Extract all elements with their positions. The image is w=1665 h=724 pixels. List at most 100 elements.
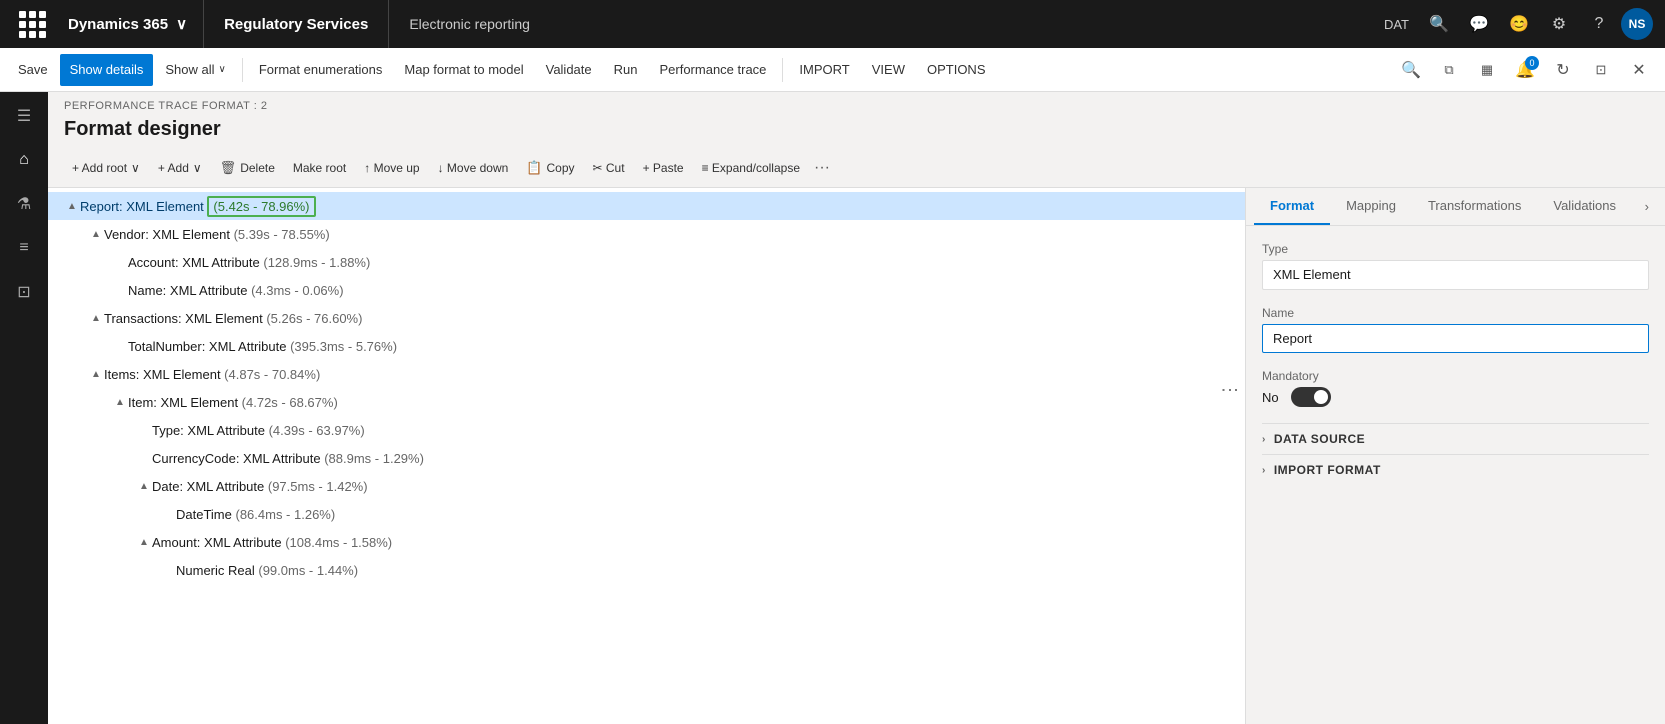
format-enumerations-button[interactable]: Format enumerations [249, 54, 393, 86]
sidebar-grid-icon[interactable]: ⊡ [4, 272, 44, 312]
command-bar: Save Show details Show all ∨ Format enum… [0, 48, 1665, 92]
sidebar-home-icon[interactable]: ⌂ [4, 140, 44, 180]
perf-text: (5.26s - 76.60%) [266, 311, 362, 326]
import-format-label: IMPORT FORMAT [1274, 463, 1381, 477]
run-button[interactable]: Run [604, 54, 648, 86]
chat-icon[interactable]: 💬 [1461, 6, 1497, 42]
sidebar-filter-icon[interactable]: ⚗ [4, 184, 44, 224]
tree-row[interactable]: ▲ Item: XML Element (4.72s - 68.67%) [48, 388, 1245, 416]
tree-row-name: Report: XML Element [80, 199, 207, 214]
context-menu-dots[interactable]: ⋮ [1219, 381, 1241, 395]
close-icon[interactable]: ✕ [1621, 52, 1657, 88]
delete-label: Delete [240, 161, 275, 175]
copy-button[interactable]: 📋 Copy [518, 153, 582, 183]
tree-row[interactable]: ▲ Date: XML Attribute (97.5ms - 1.42%) [48, 472, 1245, 500]
tree-row[interactable]: ▲ Items: XML Element (4.87s - 70.84%) [48, 360, 1245, 388]
tab-format[interactable]: Format [1254, 188, 1330, 225]
map-format-button[interactable]: Map format to model [394, 54, 533, 86]
perf-text: (88.9ms - 1.29%) [324, 451, 424, 466]
show-all-button[interactable]: Show all ∨ [155, 54, 235, 86]
name-input[interactable] [1262, 324, 1649, 353]
move-up-button[interactable]: ↑ Move up [356, 153, 427, 183]
sidebar-list-icon[interactable]: ≡ [4, 228, 44, 268]
validate-button[interactable]: Validate [536, 54, 602, 86]
paste-button[interactable]: + Paste [635, 153, 692, 183]
tab-scroll-right[interactable]: › [1637, 191, 1657, 222]
page-title: Format designer [48, 116, 1665, 149]
tree-toggle[interactable]: ▲ [88, 229, 104, 240]
tree-row[interactable]: Numeric Real (99.0ms - 1.44%) [48, 556, 1245, 584]
avatar[interactable]: NS [1621, 8, 1653, 40]
expand-collapse-button[interactable]: ≡ Expand/collapse [694, 153, 808, 183]
tree-toggle[interactable]: ▲ [88, 369, 104, 380]
tree-toggle[interactable]: ▲ [64, 201, 80, 212]
show-all-label: Show all [165, 62, 214, 77]
show-details-button[interactable]: Show details [60, 54, 154, 86]
mandatory-toggle-switch[interactable] [1291, 387, 1331, 407]
user-icon[interactable]: 😊 [1501, 6, 1537, 42]
settings-icon[interactable]: ⚙ [1541, 6, 1577, 42]
import-button[interactable]: IMPORT [789, 54, 859, 86]
copy-label: Copy [546, 161, 574, 175]
right-tabs: Format Mapping Transformations Validatio… [1246, 188, 1665, 226]
tree-panel: ▲ Report: XML Element (5.42s - 78.96%) ▲… [48, 188, 1245, 724]
brand-dynamics[interactable]: Dynamics 365 ∨ [52, 0, 204, 48]
tree-toggle[interactable]: ▲ [112, 397, 128, 408]
tree-row[interactable]: ▲ Report: XML Element (5.42s - 78.96%) [48, 192, 1245, 220]
tree-row[interactable]: ▲ Transactions: XML Element (5.26s - 76.… [48, 304, 1245, 332]
add-label: + Add [158, 161, 189, 175]
tree-row-text: CurrencyCode: XML Attribute (88.9ms - 1.… [152, 451, 1245, 466]
tree-row-text: Vendor: XML Element (5.39s - 78.55%) [104, 227, 1245, 242]
make-root-button[interactable]: Make root [285, 153, 354, 183]
tree-row-text: Transactions: XML Element (5.26s - 76.60… [104, 311, 1245, 326]
add-root-label: + Add root [72, 161, 127, 175]
name-field: Name [1262, 306, 1649, 353]
tab-mapping[interactable]: Mapping [1330, 188, 1412, 225]
tree-row[interactable]: Name: XML Attribute (4.3ms - 0.06%) [48, 276, 1245, 304]
search-icon[interactable]: 🔍 [1421, 6, 1457, 42]
perf-text: (86.4ms - 1.26%) [235, 507, 335, 522]
mandatory-toggle-label: No [1262, 390, 1279, 405]
refresh-icon[interactable]: ↻ [1545, 52, 1581, 88]
delete-button[interactable]: 🗑 Delete [212, 153, 283, 183]
tree-row[interactable]: Account: XML Attribute (128.9ms - 1.88%) [48, 248, 1245, 276]
help-icon[interactable]: ? [1581, 6, 1617, 42]
tab-transformations[interactable]: Transformations [1412, 188, 1537, 225]
tab-validations[interactable]: Validations [1537, 188, 1632, 225]
view-button[interactable]: VIEW [862, 54, 915, 86]
cmd-office-icon[interactable]: ▦ [1469, 52, 1505, 88]
options-button[interactable]: OPTIONS [917, 54, 996, 86]
tree-toggle[interactable]: ▲ [136, 481, 152, 492]
move-down-button[interactable]: ↓ Move down [430, 153, 517, 183]
add-button[interactable]: + Add ∨ [150, 153, 210, 183]
breadcrumb-area: PERFORMANCE TRACE FORMAT : 2 [48, 92, 1665, 116]
resize-icon[interactable]: ⊡ [1583, 52, 1619, 88]
cmd-link-icon[interactable]: ⧉ [1431, 52, 1467, 88]
save-button[interactable]: Save [8, 54, 58, 86]
tree-toggle[interactable]: ▲ [88, 313, 104, 324]
more-button[interactable]: ··· [810, 159, 834, 177]
cmd-search-icon[interactable]: 🔍 [1393, 52, 1429, 88]
import-format-arrow: › [1262, 465, 1266, 476]
performance-trace-button[interactable]: Performance trace [649, 54, 776, 86]
tree-toggle[interactable]: ▲ [136, 537, 152, 548]
tree-row[interactable]: Type: XML Attribute (4.39s - 63.97%) [48, 416, 1245, 444]
add-root-button[interactable]: + Add root ∨ [64, 153, 148, 183]
tree-row[interactable]: CurrencyCode: XML Attribute (88.9ms - 1.… [48, 444, 1245, 472]
import-format-section[interactable]: › IMPORT FORMAT [1262, 454, 1649, 485]
tree-row[interactable]: TotalNumber: XML Attribute (395.3ms - 5.… [48, 332, 1245, 360]
tree-row[interactable]: DateTime (86.4ms - 1.26%) [48, 500, 1245, 528]
format-toolbar: + Add root ∨ + Add ∨ 🗑 Delete Make root … [48, 149, 1665, 188]
data-source-section[interactable]: › DATA SOURCE [1262, 423, 1649, 454]
right-panel: Format Mapping Transformations Validatio… [1245, 188, 1665, 724]
tree-row[interactable]: ▲ Amount: XML Attribute (108.4ms - 1.58%… [48, 528, 1245, 556]
tree-row[interactable]: ▲ Vendor: XML Element (5.39s - 78.55%) [48, 220, 1245, 248]
notifications-button[interactable]: 🔔0 [1507, 52, 1543, 88]
apps-grid-button[interactable] [12, 4, 52, 44]
perf-text: (108.4ms - 1.58%) [285, 535, 392, 550]
sidebar-menu-icon[interactable]: ☰ [4, 96, 44, 136]
content-split: ▲ Report: XML Element (5.42s - 78.96%) ▲… [48, 188, 1665, 724]
tree-row-text: DateTime (86.4ms - 1.26%) [176, 507, 1245, 522]
perf-text: (5.39s - 78.55%) [234, 227, 330, 242]
cut-button[interactable]: ✂ Cut [585, 153, 633, 183]
